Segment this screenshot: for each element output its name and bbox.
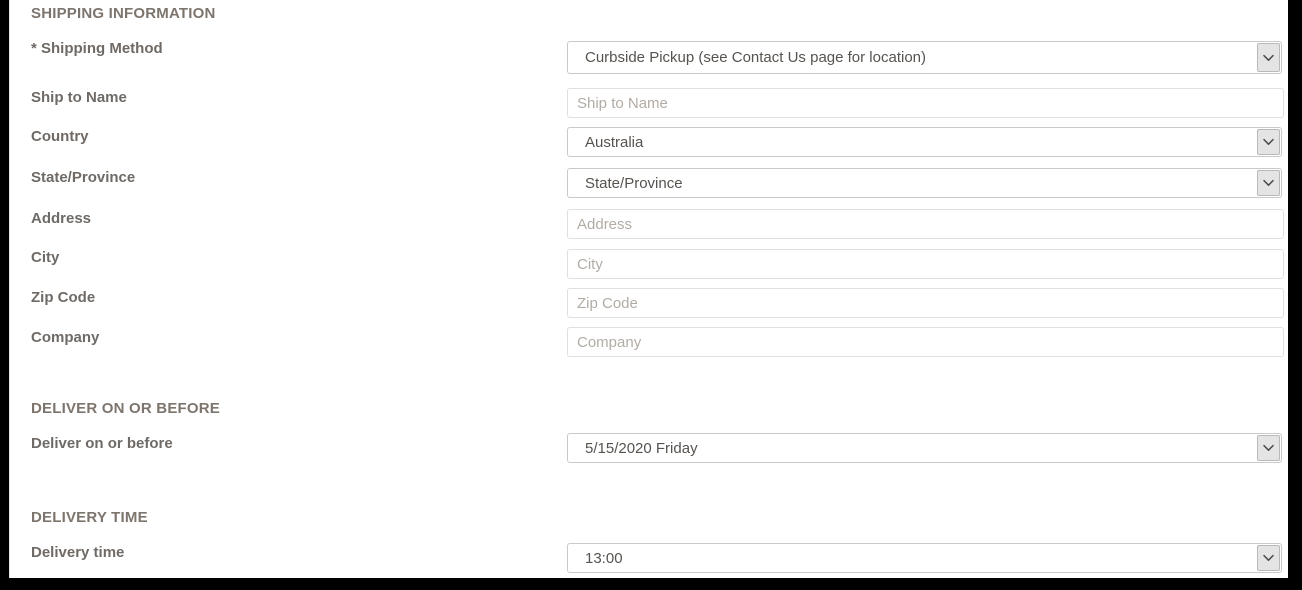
- label-state-province: State/Province: [31, 169, 136, 186]
- chevron-down-icon[interactable]: [1257, 545, 1280, 571]
- select-delivery-time[interactable]: 13:00: [567, 543, 1282, 573]
- select-deliver-on-or-before[interactable]: 5/15/2020 Friday: [567, 433, 1282, 463]
- input-placeholder-ship-to-name: Ship to Name: [577, 94, 668, 112]
- input-address[interactable]: Address: [567, 209, 1284, 239]
- select-shipping-method[interactable]: Curbside Pickup (see Contact Us page for…: [567, 41, 1282, 74]
- select-value-delivery-time: 13:00: [585, 549, 623, 567]
- input-placeholder-city: City: [577, 255, 603, 273]
- input-placeholder-zip-code: Zip Code: [577, 294, 638, 312]
- select-value-shipping-method: Curbside Pickup (see Contact Us page for…: [585, 49, 927, 66]
- input-company[interactable]: Company: [567, 327, 1284, 357]
- label-ship-to-name: Ship to Name: [31, 89, 127, 106]
- label-zip-code: Zip Code: [31, 289, 96, 306]
- label-delivery-time: Delivery time: [31, 544, 125, 561]
- chevron-down-icon[interactable]: [1257, 129, 1280, 155]
- label-country: Country: [31, 128, 89, 145]
- page-content-area: SHIPPING INFORMATION * Shipping Method Cur…: [9, 0, 1288, 578]
- section-header-shipping-information: SHIPPING INFORMATION: [31, 5, 216, 22]
- select-value-deliver-on-or-before: 5/15/2020 Friday: [585, 439, 698, 457]
- select-value-state-province: State/Province: [585, 174, 683, 192]
- select-value-country: Australia: [585, 133, 644, 151]
- section-header-delivery-time: DELIVERY TIME: [31, 509, 148, 526]
- input-city[interactable]: City: [567, 249, 1284, 279]
- input-placeholder-address: Address: [577, 215, 633, 233]
- input-zip-code[interactable]: Zip Code: [567, 288, 1284, 318]
- label-city: City: [31, 249, 60, 266]
- select-country[interactable]: Australia: [567, 127, 1282, 157]
- chevron-down-icon[interactable]: [1257, 170, 1280, 196]
- label-company: Company: [31, 329, 100, 346]
- input-placeholder-company: Company: [577, 333, 642, 351]
- select-state-province[interactable]: State/Province: [567, 168, 1282, 198]
- label-deliver-on-or-before: Deliver on or before: [31, 435, 173, 452]
- label-shipping-method: * Shipping Method: [31, 40, 163, 57]
- chevron-down-icon[interactable]: [1257, 435, 1280, 461]
- label-address: Address: [31, 210, 92, 227]
- input-ship-to-name[interactable]: Ship to Name: [567, 88, 1284, 118]
- section-header-deliver-on-or-before: DELIVER ON OR BEFORE: [31, 400, 221, 417]
- screenshot-viewport: SHIPPING INFORMATION * Shipping Method Cur…: [0, 0, 1302, 590]
- chevron-down-icon[interactable]: [1257, 43, 1280, 72]
